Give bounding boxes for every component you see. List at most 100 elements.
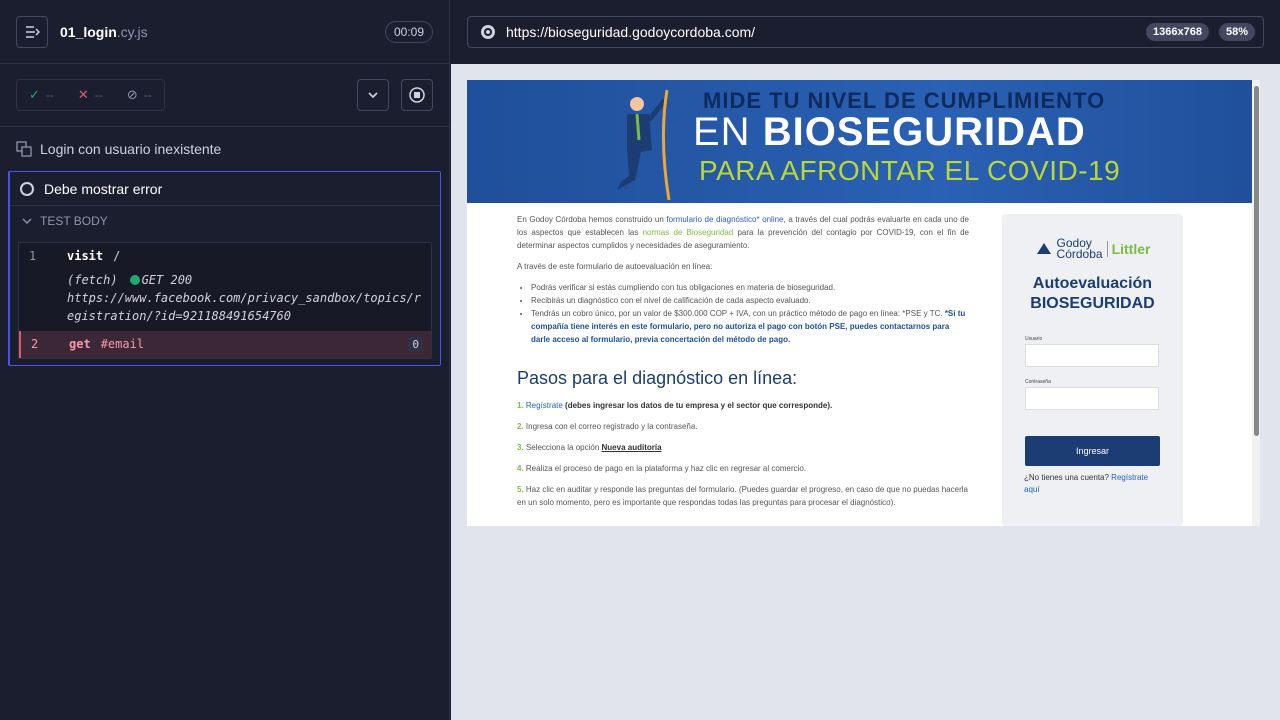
stats-bar: ✓ -- ✕ -- ⊘ -- — [0, 64, 449, 127]
fetch-label: (fetch) — [67, 273, 118, 287]
element-count-badge: 0 — [408, 337, 423, 352]
list-item: Recibirás un diagnóstico con el nivel de… — [531, 294, 969, 307]
command-row[interactable]: 1 visit / — [19, 243, 431, 269]
suite-title: Login con usuario inexistente — [40, 141, 222, 157]
step-item: 5. Haz clic en auditar y responde las pr… — [517, 483, 969, 509]
command-row-failing[interactable]: 2 get #email 0 — [19, 331, 431, 358]
app-preview-panel: https://bioseguridad.godoycordoba.com/ 1… — [451, 0, 1280, 720]
toggle-specs-button[interactable] — [16, 15, 48, 48]
fetch-log[interactable]: (fetch) GET 200 https://www.facebook.com/… — [19, 269, 431, 331]
test-body-header[interactable]: TEST BODY — [10, 206, 440, 236]
command-name: get — [69, 337, 91, 351]
passed-count: -- — [45, 88, 54, 102]
command-arg: #email — [100, 337, 145, 351]
command-list: 1 visit / (fetch) GET 200 https://www.fac… — [18, 242, 432, 359]
scrollbar-thumb[interactable] — [1254, 86, 1259, 436]
chevron-down-icon — [368, 92, 378, 99]
stop-button[interactable] — [401, 79, 433, 111]
fetch-url: https://www.facebook.com/privacy_sandbox… — [67, 291, 422, 323]
step-bold: (debes ingresar los datos de tu empresa … — [565, 401, 833, 410]
norms-link[interactable]: normas de Bioseguridad — [643, 228, 734, 237]
eagle-logo-icon — [1036, 243, 1051, 254]
spec-basename: 01_login — [60, 23, 117, 40]
step-text: Ingresa con el correo registrado y la co… — [525, 422, 698, 431]
step-item: 1. Regístrate (debes ingresar los datos … — [517, 399, 969, 412]
login-title: Autoevaluación BIOSEGURIDAD — [1002, 274, 1183, 314]
login-title-line-1: Autoevaluación — [1032, 275, 1153, 292]
login-title-line-2: BIOSEGURIDAD — [1030, 295, 1155, 312]
intro-paragraph: En Godoy Córdoba hemos construido un for… — [517, 213, 969, 252]
step-item: 2. Ingresa con el correo registrado y la… — [517, 420, 969, 433]
command-number: 2 — [31, 337, 39, 351]
bullet-3-text: Tendrás un cobro único, por un valor de … — [531, 309, 945, 318]
command-name: visit — [67, 249, 104, 263]
banner-line-3: PARA AFRONTAR EL COVID-19 — [699, 155, 1121, 186]
intro-paragraph-2: A través de este formulario de autoevalu… — [517, 262, 713, 271]
benefits-list: Podrás verificar si estás cumpliendo con… — [531, 281, 969, 346]
status-dot-icon — [129, 275, 140, 285]
run-controls — [357, 79, 433, 111]
suite-row[interactable]: Login con usuario inexistente — [0, 127, 449, 171]
login-button[interactable]: Ingresar — [1025, 436, 1160, 466]
url-bar[interactable]: https://bioseguridad.godoycordoba.com/ 1… — [467, 16, 1264, 48]
test-row[interactable]: Debe mostrar error — [10, 172, 440, 206]
app-iframe: MIDE TU NIVEL DE CUMPLIMIENTO EN BIOSEGU… — [467, 80, 1260, 526]
command-log-panel: 01_login.cy.js 00:09 ✓ -- ✕ -- ⊘ -- Login c… — [0, 0, 450, 720]
test-title: Debe mostrar error — [44, 180, 163, 197]
page-content: En Godoy Córdoba hemos construido un for… — [467, 203, 1260, 526]
selector-playground-icon[interactable] — [480, 24, 496, 40]
intro-text-a: En Godoy Córdoba hemos construido un — [517, 215, 667, 224]
menu-collapse-icon — [26, 25, 40, 38]
banner-line-2-prefix: EN — [693, 110, 763, 154]
man-climbing-illustration — [617, 90, 671, 200]
viewport-badge[interactable]: 1366x768 — [1146, 23, 1209, 41]
stop-icon — [409, 87, 425, 103]
form-link[interactable]: formulario de diagnóstico* online — [666, 215, 783, 224]
step-bold: Nueva auditoría — [601, 443, 662, 452]
failed-stat: ✕ -- — [78, 87, 103, 103]
zoom-badge[interactable]: 58% — [1218, 23, 1255, 41]
suite-icon — [16, 141, 32, 157]
run-timer: 00:09 — [384, 20, 433, 43]
x-icon: ✕ — [77, 87, 89, 102]
password-input[interactable] — [1025, 387, 1159, 410]
pending-count: -- — [143, 88, 152, 102]
passed-stat: ✓ -- — [29, 87, 54, 103]
list-item: Tendrás un cobro único, por un valor de … — [531, 307, 969, 346]
expand-dropdown-button[interactable] — [357, 79, 389, 111]
command-arg: / — [113, 249, 121, 263]
company-logo: Godoy Córdoba Littler — [1002, 237, 1183, 261]
password-label: Contraseña — [1025, 379, 1051, 385]
step-item: 4. Realiza el proceso de pago en la plat… — [517, 462, 969, 475]
spec-header: 01_login.cy.js 00:09 — [0, 0, 449, 64]
username-label: Usuario — [1025, 336, 1043, 342]
username-input[interactable] — [1025, 344, 1159, 367]
banner-line-2: EN BIOSEGURIDAD — [693, 110, 1086, 155]
step-number: 3. — [517, 443, 524, 452]
page-scrollbar[interactable] — [1252, 80, 1260, 526]
hero-banner: MIDE TU NIVEL DE CUMPLIMIENTO EN BIOSEGU… — [467, 80, 1260, 203]
step-item: 3. Selecciona la opción Nueva auditoría — [517, 441, 969, 454]
logo-text-b: Córdoba — [1056, 247, 1103, 261]
partner-logo: Littler — [1106, 241, 1150, 257]
list-item: Podrás verificar si estás cumpliendo con… — [531, 281, 969, 294]
test-block: Debe mostrar error TEST BODY 1 visit / (… — [8, 171, 441, 366]
spec-filename: 01_login.cy.js — [60, 24, 148, 40]
register-prompt: ¿No tienes una cuenta? Regístrate aquí — [1024, 472, 1164, 496]
steps-heading: Pasos para el diagnóstico en línea: — [517, 368, 798, 388]
step-number: 2. — [517, 422, 524, 431]
spec-extension: .cy.js — [116, 23, 148, 40]
step-text[interactable]: Regístrate — [526, 401, 565, 410]
url-text: https://bioseguridad.godoycordoba.com/ — [506, 24, 756, 40]
failed-count: -- — [94, 88, 103, 102]
pending-icon: ⊘ — [126, 87, 138, 102]
step-text: Haz clic en auditar y responde las pregu… — [517, 485, 968, 507]
test-body-label: TEST BODY — [40, 214, 108, 228]
chevron-down-icon — [22, 218, 32, 224]
fetch-status: GET 200 — [141, 273, 193, 287]
register-question: ¿No tienes una cuenta? — [1024, 473, 1112, 482]
step-number: 5. — [517, 485, 524, 494]
step-number: 1. — [517, 401, 524, 410]
step-text: Selecciona la opción — [525, 443, 602, 452]
check-icon: ✓ — [29, 87, 40, 102]
